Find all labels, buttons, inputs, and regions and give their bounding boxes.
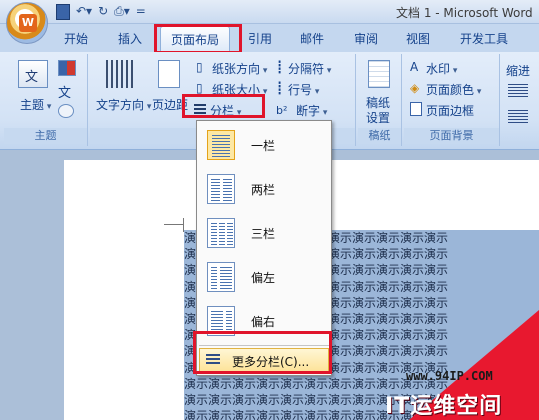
print-preview-icon[interactable]: ⎙▾ (114, 4, 130, 20)
tab-view[interactable]: 视图 (406, 30, 430, 47)
margin-corner-mark-h (164, 224, 184, 225)
theme-fonts-button[interactable]: 文 (58, 82, 71, 101)
watermark-brand: IT运维空间 (385, 394, 503, 419)
breaks-button[interactable]: 分隔符 (288, 60, 331, 77)
group-themes-label: 主题 (4, 128, 87, 144)
orientation-button[interactable]: 纸张方向 (212, 60, 267, 77)
page-color-button[interactable]: 页面颜色 (426, 81, 481, 98)
manuscript-button-line1: 稿纸 (366, 96, 391, 110)
highlight-page-layout-tab (154, 24, 242, 54)
margins-icon (158, 60, 180, 88)
menu-item-three-columns[interactable]: 三栏 (201, 213, 327, 253)
hyphenation-button[interactable]: 断字 (296, 102, 327, 119)
themes-icon: 文 (18, 60, 48, 88)
tab-mailings[interactable]: 邮件 (300, 30, 324, 47)
ribbon-tabs: 开始 插入 页面布局 引用 邮件 审阅 视图 开发工具 (0, 24, 539, 52)
menu-item-label: 一栏 (251, 139, 276, 153)
group-manuscript: 稿纸 设置 稿纸 (358, 54, 402, 146)
size-icon: ▯ (196, 81, 203, 95)
group-page-background-label: 页面背景 (404, 128, 499, 144)
menu-item-label: 偏右 (251, 315, 276, 329)
window-title: 文档 1 - Microsoft Word (396, 6, 533, 20)
watermark-url: www.94IP.COM (406, 369, 493, 383)
customize-qat-dropdown[interactable]: = (136, 4, 146, 20)
tab-developer[interactable]: 开发工具 (460, 30, 508, 47)
tab-insert[interactable]: 插入 (118, 30, 142, 47)
indent-left-icon[interactable] (508, 84, 528, 98)
menu-item-label: 两栏 (251, 183, 276, 197)
manuscript-icon (368, 60, 390, 88)
text-direction-icon (106, 60, 136, 88)
undo-icon[interactable]: ↶▾ (76, 4, 92, 20)
manuscript-button-line2: 设置 (366, 111, 391, 125)
theme-colors-icon[interactable] (58, 60, 76, 76)
hyphenation-icon: b² (276, 104, 288, 117)
page-borders-button[interactable]: 页面边框 (426, 102, 474, 119)
tab-references[interactable]: 引用 (248, 30, 272, 47)
group-page-background: A 水印 ◈ 页面颜色 页面边框 页面背景 (404, 54, 500, 146)
indent-label: 缩进 (506, 64, 531, 78)
one-column-icon (207, 130, 235, 160)
breaks-icon: ┋ (276, 60, 284, 74)
text-direction-button[interactable]: 文字方向 (96, 96, 151, 113)
page-color-icon: ◈ (410, 81, 420, 95)
group-paragraph: 缩进 (502, 54, 539, 146)
menu-item-label: 偏左 (251, 271, 276, 285)
group-manuscript-label: 稿纸 (358, 128, 401, 144)
line-numbers-icon: ┋ (276, 81, 284, 95)
indent-right-icon[interactable] (508, 110, 528, 124)
theme-effects-icon[interactable] (58, 104, 74, 118)
watermark-icon: A (410, 60, 419, 74)
save-icon[interactable] (56, 4, 70, 20)
two-columns-icon (207, 174, 235, 204)
office-logo-icon: W (19, 14, 37, 32)
menu-item-left[interactable]: 偏左 (201, 257, 327, 297)
highlight-columns-button (182, 94, 265, 118)
manuscript-button[interactable]: 稿纸 设置 (366, 96, 390, 126)
three-columns-icon (207, 218, 235, 248)
tab-review[interactable]: 审阅 (354, 30, 378, 47)
orientation-icon: ▯ (196, 60, 203, 74)
title-bar: W ↶▾ ↻ ⎙▾ = 文档 1 - Microsoft Word (0, 0, 539, 44)
quick-access-toolbar: ↶▾ ↻ ⎙▾ = (56, 4, 146, 20)
tab-home[interactable]: 开始 (64, 30, 88, 47)
office-button[interactable]: W (6, 2, 48, 44)
left-column-icon (207, 262, 235, 292)
menu-item-label: 三栏 (251, 227, 276, 241)
watermark-button[interactable]: 水印 (426, 60, 457, 77)
menu-item-one-column[interactable]: 一栏 (201, 125, 327, 165)
page-borders-icon (410, 102, 422, 116)
line-numbers-button[interactable]: 行号 (288, 81, 319, 98)
group-themes: 文 主题 文 主题 (4, 54, 88, 146)
redo-icon[interactable]: ↻ (98, 4, 108, 20)
highlight-more-columns (193, 331, 332, 374)
themes-glyph: 文 (25, 70, 39, 85)
menu-item-two-columns[interactable]: 两栏 (201, 169, 327, 209)
themes-button[interactable]: 主题 (20, 96, 51, 113)
